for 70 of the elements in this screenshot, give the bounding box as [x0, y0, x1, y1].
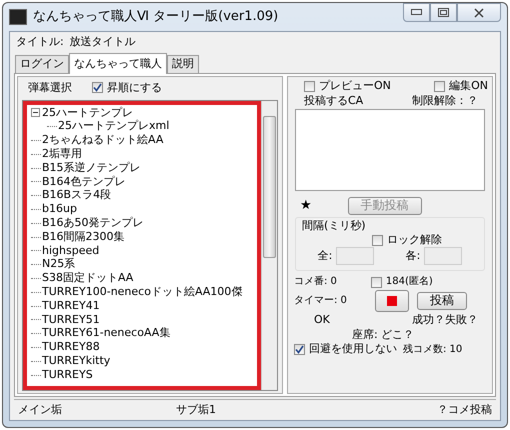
field-label: 全:: [318, 250, 332, 263]
status-text: ？コメ投稿: [436, 404, 492, 416]
tree-item[interactable]: B16Bスラ4段: [42, 189, 112, 202]
anonymous-checkbox[interactable]: [370, 276, 382, 288]
sort-checkbox[interactable]: [92, 82, 103, 94]
title-value: 放送タイトル: [70, 36, 136, 50]
comment-number: コメ番: 0: [294, 276, 337, 288]
status-text: メイン垢: [18, 404, 63, 416]
checkbox-label[interactable]: 編集ON: [449, 80, 488, 93]
app-icon: [9, 9, 27, 25]
tree-item[interactable]: TURREY88: [42, 341, 100, 354]
tree-item[interactable]: TURREYkitty: [42, 354, 110, 368]
interval-field[interactable]: [336, 247, 374, 266]
checkbox-label[interactable]: プレビューON: [319, 80, 391, 93]
status-text: サブ垢1: [176, 404, 217, 416]
ca-input-field[interactable]: [295, 109, 485, 192]
checkbox-label[interactable]: ロック解除: [387, 234, 442, 246]
tree-item[interactable]: B16あ50発テンプレ: [42, 216, 144, 230]
tab[interactable]: なんちゃって職人: [69, 53, 167, 74]
tab[interactable]: ログイン: [15, 55, 69, 73]
tree-item[interactable]: N25系: [42, 258, 76, 271]
checkmark-icon: [295, 344, 304, 354]
window-title: なんちゃって職人Ⅵ ターリー版(ver1.09): [33, 10, 280, 24]
minimize-icon: [411, 9, 422, 16]
close-button[interactable]: [457, 3, 501, 22]
star-mark: ★: [300, 198, 312, 214]
edit-checkbox[interactable]: [434, 80, 446, 92]
tree-item[interactable]: B16間隔2300集: [42, 230, 125, 244]
panel-label: 弾幕選択: [28, 82, 72, 94]
avoid-checkbox[interactable]: [294, 344, 305, 355]
tree-item[interactable]: TURREY51: [42, 314, 100, 326]
tree-item[interactable]: B164色テンプレ: [42, 176, 126, 188]
tree-item[interactable]: B15系逆ノテンプレ: [42, 162, 141, 174]
tree-item[interactable]: TURREYS: [42, 368, 93, 382]
minimize-button[interactable]: [403, 3, 430, 22]
result-text: 成功？失敗？: [412, 314, 478, 326]
post-button[interactable]: 投稿: [416, 292, 467, 310]
remaining-count: 残コメ数: 10: [403, 344, 462, 356]
maximize-icon: [438, 8, 449, 17]
tree-item[interactable]: TURREY100-nenecoドット絵AA100傑: [42, 286, 242, 299]
tree-item[interactable]: highspeed: [42, 244, 100, 258]
tree-item[interactable]: S38固定ドットAA: [42, 272, 134, 285]
stop-button[interactable]: [374, 290, 409, 312]
tree-item[interactable]: TURREY61-nenecoAA集: [42, 327, 170, 340]
lock-checkbox[interactable]: [372, 234, 383, 246]
checkmark-icon: [93, 83, 102, 92]
scrollbar[interactable]: [261, 101, 277, 390]
interval-field[interactable]: [424, 247, 462, 266]
collapse-icon[interactable]: [31, 108, 40, 118]
status-text: OK: [314, 314, 330, 326]
checkbox-label[interactable]: 184(匿名): [386, 276, 433, 288]
timer-label: タイマー: 0: [294, 295, 347, 307]
preview-checkbox[interactable]: [304, 80, 315, 92]
tree-item[interactable]: 2ちゃんねるドット絵AA: [42, 134, 164, 147]
close-icon: [474, 8, 484, 18]
tree-item[interactable]: 25ハートテンプレ: [42, 106, 133, 120]
seat-text: 座席: どこ？: [352, 328, 414, 340]
checkbox-label[interactable]: 昇順にする: [107, 82, 162, 94]
tree-item[interactable]: b16up: [42, 203, 77, 216]
tree-item[interactable]: 25ハートテンプレxml: [58, 120, 170, 134]
ca-label: 投稿するCA: [304, 94, 364, 108]
tree-item[interactable]: 2垢専用: [42, 148, 82, 161]
tab[interactable]: 説明: [167, 55, 199, 73]
tree-item[interactable]: TURREY41: [42, 300, 100, 312]
checkbox-label[interactable]: 回避を使用しない: [309, 343, 397, 356]
field-label: 各:: [406, 250, 420, 263]
title-label: タイトル:: [16, 36, 64, 50]
maximize-button[interactable]: [430, 3, 457, 22]
limit-label: 制限解除：？: [412, 94, 478, 108]
group-label: 間隔(ミリ秒): [302, 219, 366, 232]
